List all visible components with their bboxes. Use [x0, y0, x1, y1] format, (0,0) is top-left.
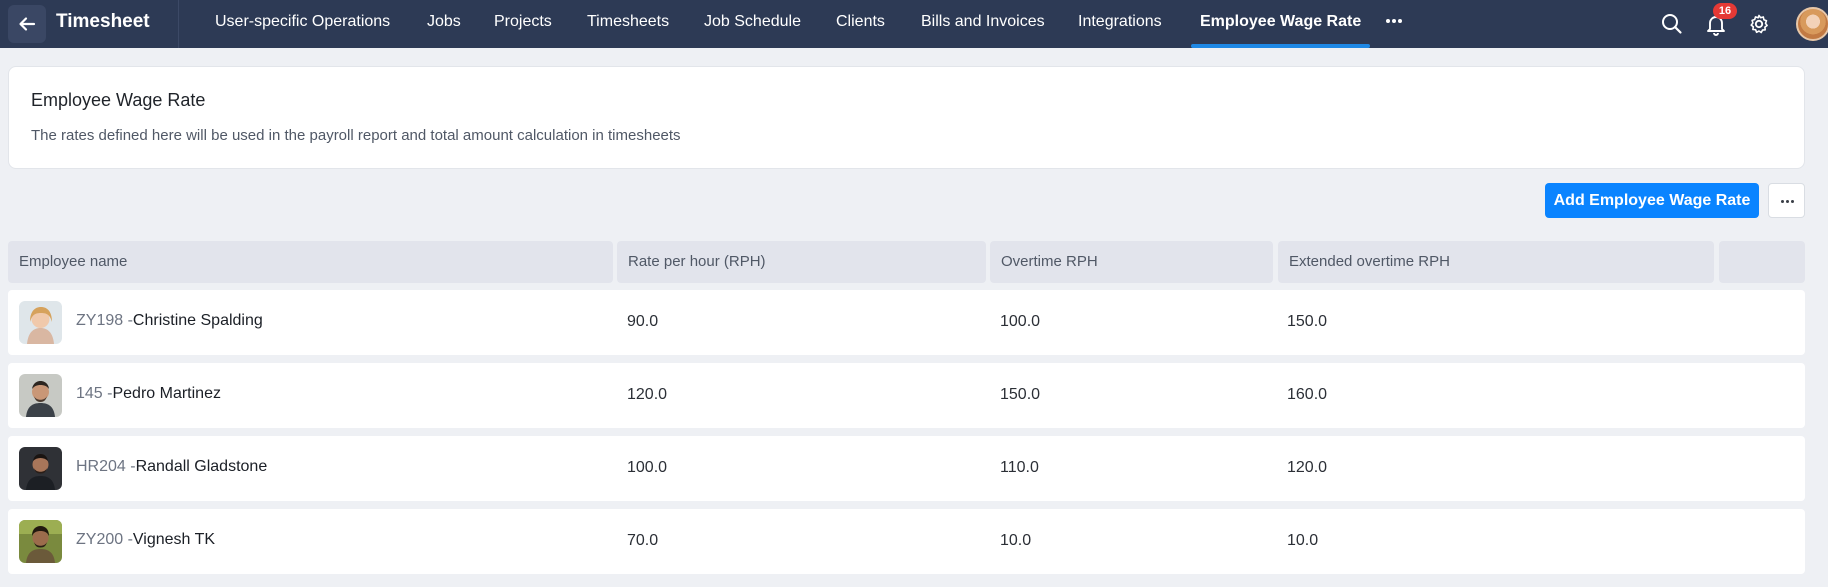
extended-overtime-rph-value: 150.0: [1287, 313, 1328, 330]
employee-code: 145 -: [76, 385, 113, 402]
tab-bills-and-invoices[interactable]: Bills and Invoices: [921, 0, 1045, 48]
overtime-rph-value: 10.0: [1000, 532, 1032, 549]
table-row[interactable]: 145 -Pedro Martinez 120.0 150.0 160.0: [8, 363, 1805, 428]
tab-timesheets[interactable]: Timesheets: [587, 0, 669, 48]
overtime-rph-value: 150.0: [1000, 386, 1041, 403]
employee-avatar: [19, 520, 62, 563]
table-row[interactable]: ZY200 -Vignesh TK 70.0 10.0 10.0: [8, 509, 1805, 574]
extended-overtime-rph-value: 160.0: [1287, 386, 1328, 403]
add-employee-wage-rate-button[interactable]: Add Employee Wage Rate: [1545, 183, 1759, 218]
column-header-employee-name: Employee name: [8, 241, 613, 283]
more-horizontal-icon[interactable]: [1383, 8, 1405, 32]
back-button[interactable]: [8, 5, 46, 43]
employee-full-name: Christine Spalding: [132, 312, 263, 329]
employee-full-name: Randall Gladstone: [135, 458, 268, 475]
tab-jobs[interactable]: Jobs: [427, 0, 461, 48]
employee-name[interactable]: ZY200 -Vignesh TK: [76, 531, 215, 549]
employee-name[interactable]: ZY198 -Christine Spalding: [76, 312, 263, 330]
employee-code: ZY198 -: [76, 312, 133, 329]
column-header-rate-per-hour: Rate per hour (RPH): [617, 241, 986, 283]
column-header-overtime-rph: Overtime RPH: [990, 241, 1273, 283]
column-header-extended-overtime-rph: Extended overtime RPH: [1278, 241, 1714, 283]
extended-overtime-rph-value: 10.0: [1287, 532, 1319, 549]
more-options-button[interactable]: [1768, 183, 1805, 218]
back-arrow-icon: [19, 17, 36, 31]
app-title: Timesheet: [56, 11, 150, 32]
employee-full-name: Pedro Martinez: [112, 385, 221, 402]
gear-icon[interactable]: [1746, 11, 1772, 37]
tab-projects[interactable]: Projects: [494, 0, 552, 48]
tab-integrations[interactable]: Integrations: [1078, 0, 1162, 48]
top-navigation-bar: Timesheet User-specific Operations Jobs …: [0, 0, 1828, 48]
employee-name[interactable]: HR204 -Randall Gladstone: [76, 458, 267, 476]
tab-job-schedule[interactable]: Job Schedule: [704, 0, 801, 48]
rate-per-hour-value: 120.0: [627, 386, 668, 403]
employee-avatar: [19, 301, 62, 344]
tab-user-specific-operations[interactable]: User-specific Operations: [215, 0, 390, 48]
rate-per-hour-value: 70.0: [627, 532, 659, 549]
page-title: Employee Wage Rate: [31, 90, 206, 110]
table-row[interactable]: HR204 -Randall Gladstone 100.0 110.0 120…: [8, 436, 1805, 501]
user-avatar[interactable]: [1796, 7, 1828, 41]
overtime-rph-value: 110.0: [1000, 459, 1039, 476]
rate-per-hour-value: 100.0: [627, 459, 668, 476]
employee-full-name: Vignesh TK: [132, 531, 216, 548]
employee-code: HR204 -: [76, 458, 136, 475]
page-description: The rates defined here will be used in t…: [31, 127, 681, 144]
notification-count-badge: 16: [1713, 3, 1737, 19]
employee-name[interactable]: 145 -Pedro Martinez: [76, 385, 221, 403]
employee-code: ZY200 -: [76, 531, 133, 548]
column-header-actions: [1719, 241, 1805, 283]
employee-avatar: [19, 374, 62, 417]
rate-per-hour-value: 90.0: [627, 313, 659, 330]
employee-avatar: [19, 447, 62, 490]
tab-employee-wage-rate[interactable]: Employee Wage Rate: [1190, 0, 1371, 48]
table-row[interactable]: ZY198 -Christine Spalding 90.0 100.0 150…: [8, 290, 1805, 355]
overtime-rph-value: 100.0: [1000, 313, 1041, 330]
tab-clients[interactable]: Clients: [836, 0, 885, 48]
page-info-card: Employee Wage Rate The rates defined her…: [8, 66, 1805, 169]
extended-overtime-rph-value: 120.0: [1287, 459, 1328, 476]
search-icon[interactable]: [1659, 11, 1685, 37]
divider: [178, 0, 179, 48]
